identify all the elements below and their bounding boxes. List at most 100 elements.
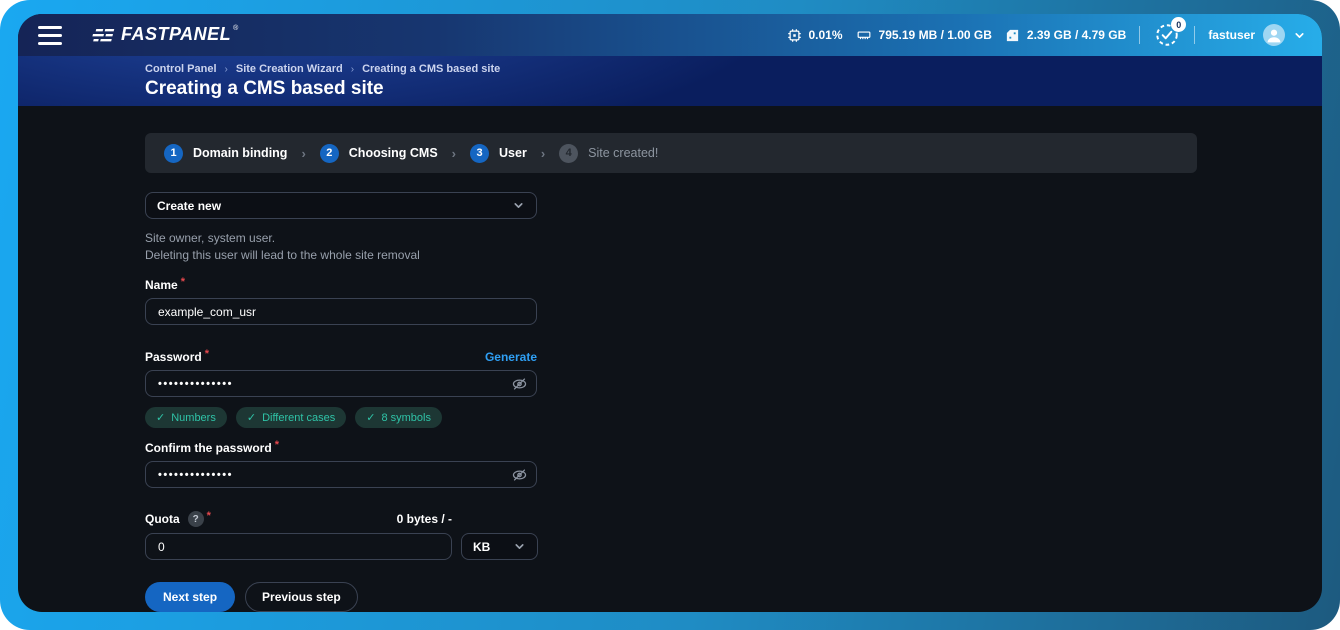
breadcrumb-site-creation-wizard[interactable]: Site Creation Wizard: [236, 63, 343, 75]
previous-step-button[interactable]: Previous step: [245, 582, 358, 612]
step-number: 1: [164, 144, 183, 163]
name-label-row: Name *: [145, 278, 537, 292]
person-icon: [1263, 24, 1285, 46]
step-site-created: 4 Site created!: [559, 144, 658, 163]
quota-unit-select[interactable]: KB: [461, 533, 538, 560]
window-frame: FASTPANEL ® 0.01% 795.19 MB / 1.00: [0, 0, 1340, 630]
password-input[interactable]: [145, 370, 537, 397]
app-window: FASTPANEL ® 0.01% 795.19 MB / 1.00: [18, 14, 1322, 612]
quota-input[interactable]: [145, 533, 452, 560]
toggle-password-visibility-button[interactable]: [511, 375, 528, 392]
badge-label: 8 symbols: [381, 412, 431, 424]
quota-inputs-row: KB: [145, 533, 1197, 560]
cpu-stat[interactable]: 0.01%: [787, 28, 843, 43]
check-icon: ✓: [156, 411, 165, 424]
step-label: User: [499, 146, 527, 160]
disk-stat[interactable]: 2.39 GB / 4.79 GB: [1005, 28, 1126, 43]
chevron-down-icon: [512, 199, 525, 212]
username: fastuser: [1208, 28, 1255, 42]
step-number: 2: [320, 144, 339, 163]
required-mark: *: [205, 348, 209, 360]
toggle-confirm-visibility-button[interactable]: [511, 466, 528, 483]
confirm-password-input[interactable]: [145, 461, 537, 488]
password-strength-badges: ✓ Numbers ✓ Different cases ✓ 8 symbols: [145, 407, 1197, 428]
wizard-steps-bar: 1 Domain binding › 2 Choosing CMS › 3 Us…: [145, 133, 1197, 173]
step-label: Domain binding: [193, 146, 287, 160]
main-content: 1 Domain binding › 2 Choosing CMS › 3 Us…: [18, 106, 1322, 612]
badge-label: Numbers: [171, 412, 216, 424]
step-separator-icon: ›: [301, 146, 305, 161]
password-input-wrap: [145, 370, 537, 397]
user-note-line1: Site owner, system user.: [145, 230, 1197, 247]
breadcrumb-control-panel[interactable]: Control Panel: [145, 63, 217, 75]
name-input-wrap: [145, 298, 537, 325]
tasks-button[interactable]: 0: [1153, 21, 1181, 49]
user-note: Site owner, system user. Deleting this u…: [145, 230, 1197, 263]
generate-password-link[interactable]: Generate: [485, 350, 537, 364]
sliders-icon: [90, 26, 116, 46]
step-choosing-cms[interactable]: 2 Choosing CMS: [320, 144, 438, 163]
disk-usage-value: 2.39 GB / 4.79 GB: [1027, 28, 1126, 42]
user-menu[interactable]: fastuser: [1208, 24, 1306, 46]
cpu-usage-value: 0.01%: [809, 28, 843, 42]
password-label: Password *: [145, 350, 209, 364]
required-mark: *: [207, 510, 211, 522]
step-number: 4: [559, 144, 578, 163]
user-mode-select-value: Create new: [157, 199, 221, 213]
step-separator-icon: ›: [541, 146, 545, 161]
notifications-count-badge: 0: [1171, 17, 1186, 32]
step-label: Site created!: [588, 146, 658, 160]
menu-icon[interactable]: [30, 20, 70, 50]
user-note-line2: Deleting this user will lead to the whol…: [145, 247, 1197, 264]
chevron-down-icon: [513, 540, 526, 553]
quota-label: Quota ? *: [145, 511, 211, 527]
logo-text: FASTPANEL: [121, 24, 231, 45]
cpu-icon: [787, 28, 802, 43]
step-number: 3: [470, 144, 489, 163]
step-user[interactable]: 3 User: [470, 144, 527, 163]
top-bar-divider: [1139, 26, 1140, 44]
required-mark: *: [181, 276, 185, 288]
confirm-password-label-row: Confirm the password *: [145, 441, 537, 455]
ram-stat[interactable]: 795.19 MB / 1.00 GB: [856, 28, 992, 42]
quota-usage-value: 0 bytes / -: [397, 512, 452, 526]
confirm-password-label: Confirm the password *: [145, 441, 279, 455]
breadcrumb: Control Panel › Site Creation Wizard › C…: [145, 63, 1322, 75]
step-domain-binding[interactable]: 1 Domain binding: [164, 144, 287, 163]
help-icon[interactable]: ?: [188, 511, 204, 527]
quota-input-wrap: [145, 533, 452, 560]
avatar: [1263, 24, 1285, 46]
fastpanel-logo[interactable]: FASTPANEL ®: [90, 24, 238, 46]
check-icon: ✓: [247, 411, 256, 424]
password-label-row: Password * Generate: [145, 350, 537, 364]
top-bar: FASTPANEL ® 0.01% 795.19 MB / 1.00: [18, 14, 1322, 56]
chevron-down-icon: [1293, 29, 1306, 42]
quota-label-row: Quota ? * 0 bytes / -: [145, 511, 452, 527]
disk-icon: [1005, 28, 1020, 43]
badge-numbers: ✓ Numbers: [145, 407, 227, 428]
badge-different-cases: ✓ Different cases: [236, 407, 346, 428]
badge-8-symbols: ✓ 8 symbols: [355, 407, 442, 428]
badge-label: Different cases: [262, 412, 335, 424]
eye-off-icon: [511, 375, 528, 392]
wizard-actions: Next step Previous step: [145, 582, 1197, 612]
confirm-password-input-wrap: [145, 461, 537, 488]
quota-unit-value: KB: [473, 540, 490, 554]
next-step-button[interactable]: Next step: [145, 582, 235, 612]
ram-usage-value: 795.19 MB / 1.00 GB: [879, 28, 992, 42]
page-header: Control Panel › Site Creation Wizard › C…: [18, 56, 1322, 106]
eye-off-icon: [511, 466, 528, 483]
page-title: Creating a CMS based site: [145, 78, 1322, 100]
top-bar-divider: [1194, 26, 1195, 44]
user-mode-select[interactable]: Create new: [145, 192, 537, 219]
step-separator-icon: ›: [452, 146, 456, 161]
name-input[interactable]: [145, 298, 537, 325]
required-mark: *: [275, 439, 279, 451]
name-label: Name *: [145, 278, 185, 292]
ram-icon: [856, 28, 872, 42]
breadcrumb-current-page: Creating a CMS based site: [362, 63, 500, 75]
step-label: Choosing CMS: [349, 146, 438, 160]
breadcrumb-separator: ›: [225, 64, 228, 75]
top-bar-stats: 0.01% 795.19 MB / 1.00 GB 2.39 GB / 4.79…: [787, 21, 1307, 49]
logo-registered-mark: ®: [233, 25, 238, 32]
